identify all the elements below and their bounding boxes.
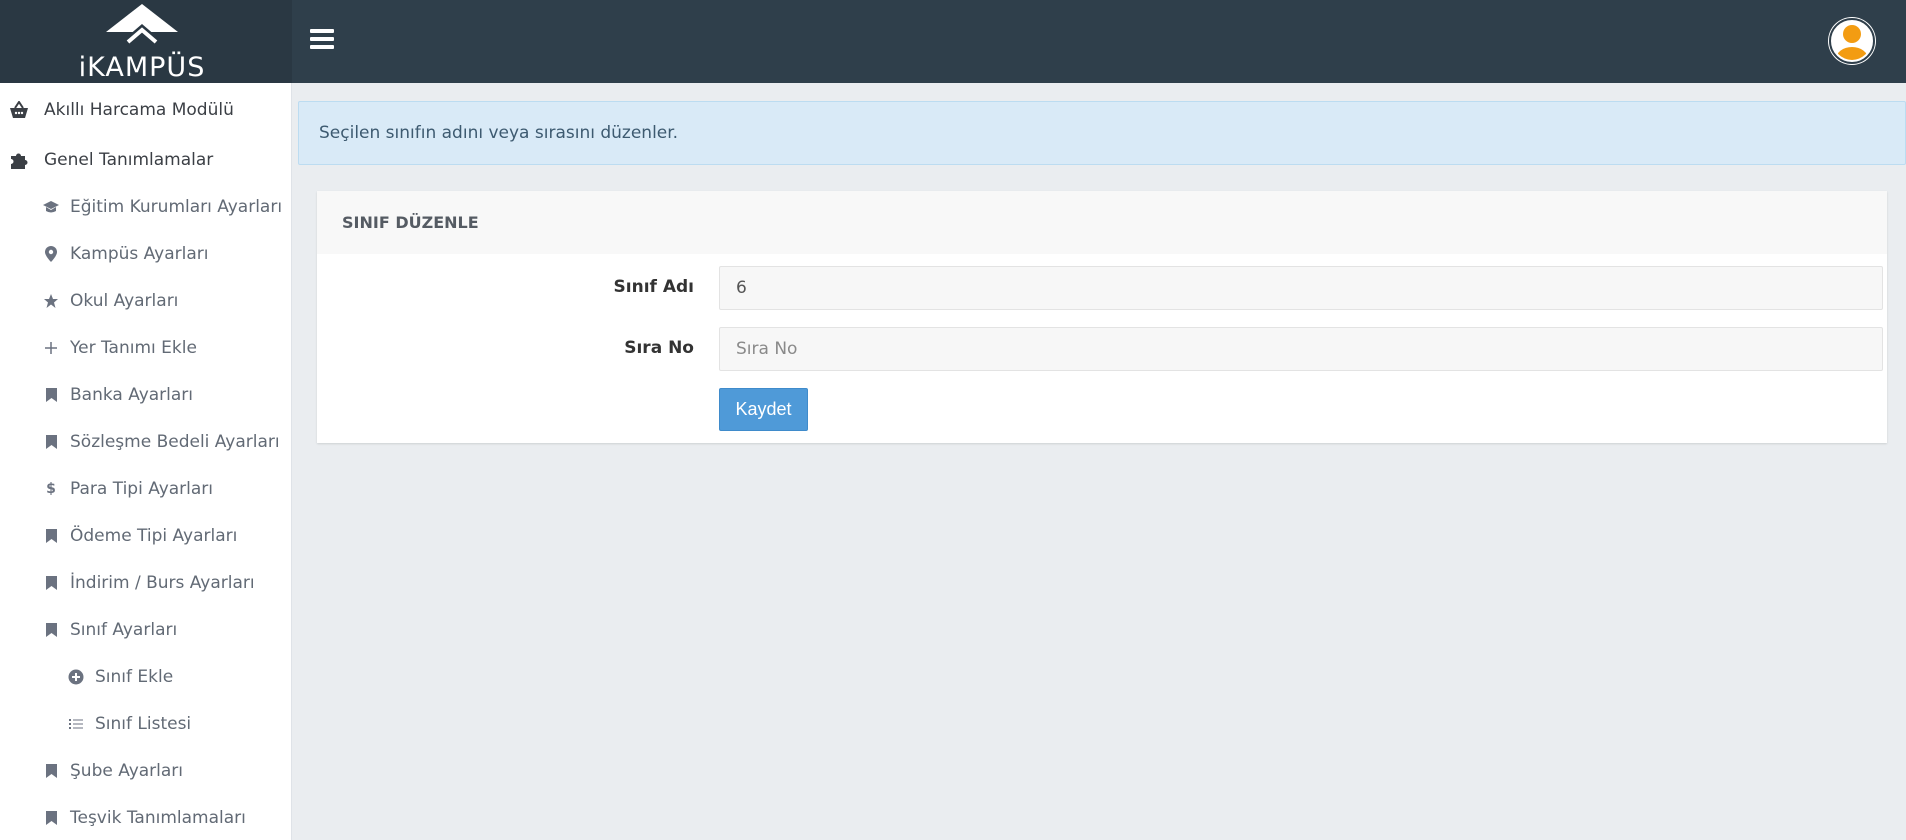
class-name-label: Sınıf Adı bbox=[613, 277, 694, 297]
sidebar-item-label: Teşvik Tanımlamaları bbox=[70, 808, 246, 828]
bookmark-icon bbox=[40, 431, 62, 453]
sidebar-item-para-tipi[interactable]: $ Para Tipi Ayarları bbox=[0, 469, 291, 509]
list-icon bbox=[65, 713, 87, 735]
sidebar-item-sinif-listesi[interactable]: Sınıf Listesi bbox=[0, 704, 291, 744]
bookmark-icon bbox=[40, 384, 62, 406]
plus-circle-icon bbox=[65, 666, 87, 688]
sidebar-item-label: İndirim / Burs Ayarları bbox=[70, 573, 255, 593]
map-marker-icon bbox=[40, 243, 62, 265]
sidebar-item-sozlesme[interactable]: Sözleşme Bedeli Ayarları bbox=[0, 422, 291, 462]
order-no-label: Sıra No bbox=[624, 338, 694, 358]
bookmark-icon bbox=[40, 572, 62, 594]
panel-title: SINIF DÜZENLE bbox=[342, 213, 479, 232]
sidebar-item-label: Genel Tanımlamalar bbox=[44, 150, 214, 170]
bookmark-icon bbox=[40, 619, 62, 641]
save-button[interactable]: Kaydet bbox=[719, 388, 808, 431]
sidebar-item-label: Sınıf Ayarları bbox=[70, 620, 178, 640]
sidebar-item-sinif-ekle[interactable]: Sınıf Ekle bbox=[0, 657, 291, 697]
sidebar-item-yer-tanimi[interactable]: Yer Tanımı Ekle bbox=[0, 328, 291, 368]
sidebar-item-indirim-burs[interactable]: İndirim / Burs Ayarları bbox=[0, 563, 291, 603]
sidebar-item-akilli-harcama[interactable]: Akıllı Harcama Modülü bbox=[0, 90, 291, 130]
sidebar-item-label: Eğitim Kurumları Ayarları bbox=[70, 197, 283, 217]
sidebar-item-banka[interactable]: Banka Ayarları bbox=[0, 375, 291, 415]
panel-header: SINIF DÜZENLE bbox=[317, 191, 1887, 254]
sidebar-item-kampus[interactable]: Kampüs Ayarları bbox=[0, 234, 291, 274]
sidebar-item-label: Sınıf Listesi bbox=[95, 714, 192, 734]
brand-logo[interactable]: iKAMPÜS bbox=[0, 0, 292, 83]
edit-class-panel: SINIF DÜZENLE Sınıf Adı Sıra No Kaydet bbox=[317, 191, 1887, 443]
order-no-input[interactable] bbox=[719, 327, 1883, 371]
basket-icon bbox=[8, 99, 30, 121]
bookmark-icon bbox=[40, 525, 62, 547]
sidebar-item-label: Para Tipi Ayarları bbox=[70, 479, 214, 499]
sidebar-item-label: Yer Tanımı Ekle bbox=[70, 338, 197, 358]
sidebar: Akıllı Harcama Modülü Genel Tanımlamalar… bbox=[0, 83, 292, 840]
sidebar-item-label: Kampüs Ayarları bbox=[70, 244, 209, 264]
sidebar-item-label: Banka Ayarları bbox=[70, 385, 194, 405]
sidebar-item-sinif-ayarlari[interactable]: Sınıf Ayarları bbox=[0, 610, 291, 650]
sidebar-item-label: Ödeme Tipi Ayarları bbox=[70, 526, 238, 546]
sidebar-item-okul[interactable]: Okul Ayarları bbox=[0, 281, 291, 321]
sidebar-item-label: Okul Ayarları bbox=[70, 291, 179, 311]
brand-name: iKAMPÜS bbox=[78, 52, 206, 83]
sidebar-item-egitim-kurumlari[interactable]: Eğitim Kurumları Ayarları bbox=[0, 187, 291, 227]
graduation-cap-icon bbox=[40, 196, 62, 218]
sidebar-item-label: Sınıf Ekle bbox=[95, 667, 174, 687]
sidebar-item-label: Akıllı Harcama Modülü bbox=[44, 100, 234, 120]
sidebar-item-label: Şube Ayarları bbox=[70, 761, 184, 781]
sidebar-item-genel-tanimlamalar[interactable]: Genel Tanımlamalar bbox=[0, 140, 291, 180]
sidebar-item-odeme-tipi[interactable]: Ödeme Tipi Ayarları bbox=[0, 516, 291, 556]
top-navbar: iKAMPÜS bbox=[0, 0, 1906, 83]
dollar-icon: $ bbox=[46, 481, 56, 497]
sidebar-item-sube[interactable]: Şube Ayarları bbox=[0, 751, 291, 791]
user-avatar-icon[interactable] bbox=[1828, 17, 1876, 65]
sidebar-item-label: Sözleşme Bedeli Ayarları bbox=[70, 432, 280, 452]
hamburger-icon[interactable] bbox=[308, 26, 336, 52]
plus-icon bbox=[40, 337, 62, 359]
logo-roof-icon bbox=[106, 4, 178, 44]
puzzle-icon bbox=[8, 149, 30, 171]
class-name-input[interactable] bbox=[719, 266, 1883, 310]
bookmark-icon bbox=[40, 807, 62, 829]
info-alert: Seçilen sınıfın adını veya sırasını düze… bbox=[298, 101, 1906, 165]
alert-text: Seçilen sınıfın adını veya sırasını düze… bbox=[319, 123, 679, 143]
bookmark-icon bbox=[40, 760, 62, 782]
star-icon bbox=[40, 290, 62, 312]
sidebar-item-tesvik[interactable]: Teşvik Tanımlamaları bbox=[0, 798, 291, 838]
